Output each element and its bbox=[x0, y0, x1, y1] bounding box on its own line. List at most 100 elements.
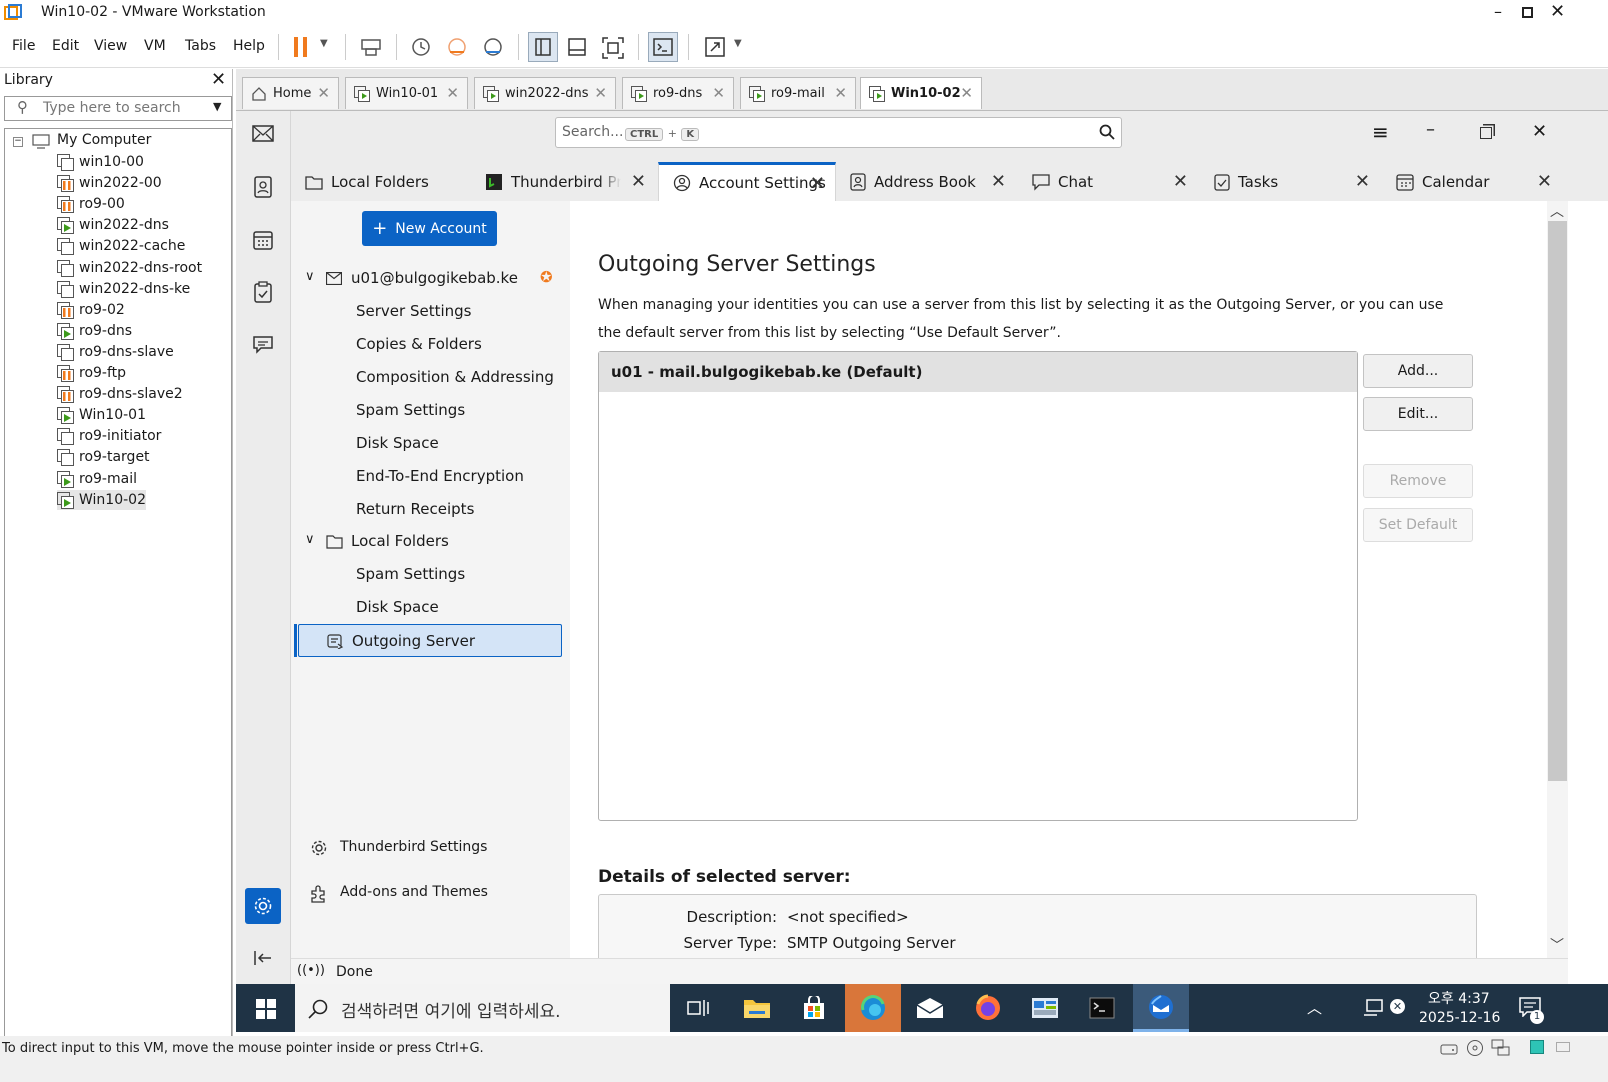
global-search-input[interactable]: Search... CTRL + K bbox=[555, 117, 1122, 148]
local-folders-account[interactable]: Local Folders bbox=[351, 532, 449, 550]
search-dropdown-icon[interactable]: ▼ bbox=[213, 100, 221, 113]
library-vm-item[interactable]: win2022-dns-ke bbox=[57, 279, 190, 299]
tb-minimize-button[interactable]: – bbox=[1426, 119, 1435, 140]
set-default-button[interactable]: Set Default bbox=[1363, 508, 1473, 542]
library-view-toggle-icon[interactable] bbox=[528, 32, 558, 62]
hard-disk-icon[interactable] bbox=[1440, 1040, 1458, 1056]
menu-help[interactable]: Help bbox=[233, 38, 265, 54]
online-status-icon[interactable]: ((•)) bbox=[297, 963, 325, 978]
close-tab-icon[interactable]: ✕ bbox=[446, 84, 459, 102]
menu-file[interactable]: File bbox=[12, 38, 35, 54]
close-tab-icon[interactable]: ✕ bbox=[317, 84, 330, 102]
tree-copies-folders[interactable]: Copies & Folders bbox=[356, 335, 482, 357]
scrollbar-thumb[interactable] bbox=[1548, 221, 1567, 781]
tb-close-button[interactable]: ✕ bbox=[1532, 121, 1547, 142]
vm-tab-ro9-dns[interactable]: ro9-dns ✕ bbox=[622, 77, 734, 109]
collapse-local-folders-icon[interactable]: ∨ bbox=[305, 532, 315, 547]
thumbnail-bar-icon[interactable] bbox=[566, 36, 588, 58]
close-tab-icon[interactable]: ✕ bbox=[991, 171, 1006, 192]
close-tab-icon[interactable]: ✕ bbox=[631, 171, 646, 192]
remove-server-button[interactable]: Remove bbox=[1363, 464, 1473, 498]
tab-tasks[interactable]: Tasks ✕ bbox=[1200, 162, 1380, 201]
app-menu-icon[interactable]: ≡ bbox=[1372, 120, 1389, 144]
library-vm-item[interactable]: Win10-02 bbox=[57, 489, 146, 510]
taskbar-search-box[interactable]: 검색하려면 여기에 입력하세요. bbox=[295, 984, 670, 1032]
tree-e2e-encryption[interactable]: End-To-End Encryption bbox=[356, 467, 524, 489]
library-vm-item[interactable]: ro9-00 bbox=[57, 194, 125, 214]
vm-tab-win10-01[interactable]: Win10-01 ✕ bbox=[345, 77, 468, 109]
tab-thunderbird-privacy[interactable]: Thunderbird Priv ✕ bbox=[471, 162, 656, 201]
settings-gear-icon[interactable] bbox=[245, 888, 281, 924]
show-hidden-icons-icon[interactable]: ︿ bbox=[1307, 997, 1322, 1018]
clock-date[interactable]: 2025-12-16 bbox=[1419, 1010, 1500, 1026]
scroll-up-icon[interactable]: ︿ bbox=[1550, 201, 1564, 221]
account-name[interactable]: u01@bulgogikebab.ke bbox=[351, 269, 518, 287]
volume-muted-icon[interactable]: ✕ bbox=[1390, 999, 1405, 1014]
close-tab-icon[interactable]: ✕ bbox=[810, 173, 825, 194]
close-tab-icon[interactable]: ✕ bbox=[960, 84, 973, 102]
tab-calendar[interactable]: Calendar ✕ bbox=[1382, 162, 1562, 201]
tree-composition[interactable]: Composition & Addressing bbox=[356, 368, 554, 390]
content-scrollbar[interactable]: ︿ ﹀ bbox=[1547, 201, 1568, 958]
mail-icon[interactable] bbox=[248, 119, 278, 149]
calendar-icon[interactable] bbox=[248, 225, 278, 255]
vm-display-icon[interactable] bbox=[1530, 1040, 1544, 1054]
thunderbird-taskbar-icon[interactable] bbox=[1133, 984, 1189, 1032]
library-search-input[interactable]: ⚲ Type here to search ▼ bbox=[4, 96, 232, 121]
collapse-spaces-icon[interactable] bbox=[248, 943, 278, 973]
library-vm-item[interactable]: win2022-dns bbox=[57, 215, 169, 235]
close-tab-icon[interactable]: ✕ bbox=[594, 84, 607, 102]
vm-tab-win2022-dns[interactable]: win2022-dns ✕ bbox=[474, 77, 616, 109]
library-vm-item[interactable]: win10-00 bbox=[57, 152, 144, 172]
file-explorer-icon[interactable] bbox=[729, 984, 785, 1032]
task-view-icon[interactable] bbox=[670, 984, 726, 1032]
network-adapter-icon[interactable] bbox=[1491, 1039, 1511, 1057]
menu-vm[interactable]: VM bbox=[144, 38, 166, 54]
tree-server-settings[interactable]: Server Settings bbox=[356, 302, 471, 324]
close-tab-icon[interactable]: ✕ bbox=[712, 84, 725, 102]
windows-start-icon[interactable] bbox=[256, 999, 276, 1019]
tree-spam-settings[interactable]: Spam Settings bbox=[356, 401, 465, 423]
snapshot-manager-icon[interactable] bbox=[482, 36, 504, 58]
menu-tabs[interactable]: Tabs bbox=[185, 38, 216, 54]
tree-outgoing-server[interactable]: Outgoing Server bbox=[298, 624, 562, 657]
send-ctrl-alt-del-icon[interactable] bbox=[360, 36, 382, 58]
close-library-button[interactable]: ✕ bbox=[211, 69, 226, 90]
tree-disk-space[interactable]: Disk Space bbox=[356, 434, 439, 456]
add-server-button[interactable]: Add... bbox=[1363, 354, 1473, 388]
snapshot-icon[interactable] bbox=[410, 36, 432, 58]
edit-server-button[interactable]: Edit... bbox=[1363, 397, 1473, 431]
addons-themes-link[interactable]: Add-ons and Themes bbox=[340, 884, 488, 900]
library-vm-item[interactable]: ro9-dns bbox=[57, 321, 132, 341]
revert-snapshot-icon[interactable] bbox=[446, 36, 468, 58]
close-tab-icon[interactable]: ✕ bbox=[1537, 171, 1552, 192]
library-vm-item[interactable]: ro9-02 bbox=[57, 300, 125, 320]
thunderbird-settings-link[interactable]: Thunderbird Settings bbox=[340, 839, 487, 855]
microsoft-store-icon[interactable] bbox=[786, 984, 842, 1032]
mail-app-icon[interactable] bbox=[902, 984, 958, 1032]
tasks-icon[interactable] bbox=[248, 277, 278, 307]
library-vm-item[interactable]: ro9-ftp bbox=[57, 363, 126, 383]
chat-icon[interactable] bbox=[248, 330, 278, 360]
minimize-button[interactable]: – bbox=[1494, 2, 1502, 21]
library-vm-item[interactable]: ro9-dns-slave2 bbox=[57, 384, 183, 404]
library-vm-item[interactable]: win2022-dns-root bbox=[57, 258, 202, 278]
pause-icon[interactable] bbox=[293, 36, 309, 58]
library-vm-item[interactable]: Win10-01 bbox=[57, 405, 146, 425]
tab-local-folders[interactable]: Local Folders bbox=[291, 162, 471, 201]
smtp-server-list[interactable]: u01 - mail.bulgogikebab.ke (Default) bbox=[598, 351, 1358, 821]
message-log-icon[interactable] bbox=[1556, 1042, 1570, 1052]
vm-tab-ro9-mail[interactable]: ro9-mail ✕ bbox=[740, 77, 856, 109]
tab-address-book[interactable]: Address Book ✕ bbox=[836, 162, 1016, 201]
command-prompt-icon[interactable] bbox=[1074, 984, 1130, 1032]
library-vm-item[interactable]: ro9-dns-slave bbox=[57, 342, 174, 362]
library-vm-item[interactable]: ro9-mail bbox=[57, 469, 137, 489]
console-view-icon[interactable] bbox=[648, 32, 678, 62]
clock-time[interactable]: 오후 4:37 bbox=[1428, 988, 1490, 1008]
tree-local-spam-settings[interactable]: Spam Settings bbox=[356, 565, 465, 587]
close-window-button[interactable]: ✕ bbox=[1550, 1, 1565, 22]
scroll-down-icon[interactable]: ﹀ bbox=[1550, 935, 1564, 955]
control-panel-icon[interactable] bbox=[1017, 984, 1073, 1032]
power-dropdown-icon[interactable]: ▼ bbox=[320, 38, 328, 49]
address-book-icon[interactable] bbox=[248, 172, 278, 202]
